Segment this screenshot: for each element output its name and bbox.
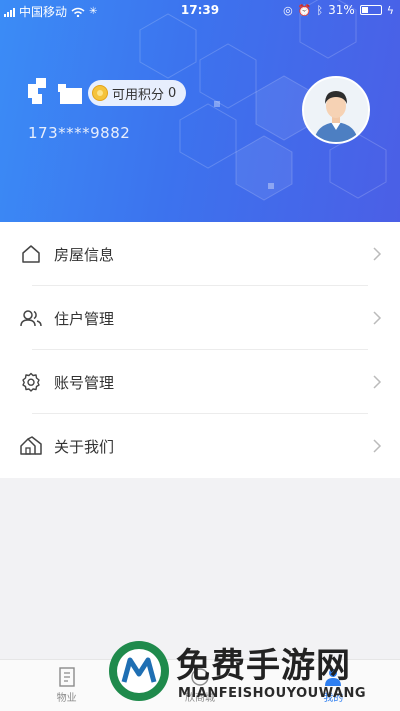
battery-percent: 31% bbox=[328, 3, 355, 17]
coin-icon bbox=[92, 85, 108, 101]
watermark-logo-icon bbox=[109, 641, 169, 701]
status-bar: 中国移动 ✳ 17:39 ◎ ⏰ ᛒ 31% ϟ bbox=[0, 0, 400, 20]
about-house-icon bbox=[20, 435, 42, 457]
menu-item-house-info[interactable]: 房屋信息 bbox=[0, 222, 400, 286]
user-avatar-icon bbox=[304, 78, 368, 142]
alarm-icon: ⏰ bbox=[297, 3, 312, 17]
residents-icon bbox=[20, 307, 42, 329]
menu-item-account[interactable]: 账号管理 bbox=[0, 350, 400, 414]
points-label: 可用积分 bbox=[112, 87, 165, 103]
menu-item-residents[interactable]: 住户管理 bbox=[0, 286, 400, 350]
menu-item-about[interactable]: 关于我们 bbox=[0, 414, 400, 478]
watermark-subtitle: MIANFEISHOUYOUWANG bbox=[178, 686, 367, 701]
property-icon bbox=[58, 667, 75, 687]
rotation-lock-icon: ◎ bbox=[283, 3, 293, 17]
watermark-title: 免费手游网 bbox=[176, 646, 351, 686]
screen: 中国移动 ✳ 17:39 ◎ ⏰ ᛒ 31% ϟ 可用积分 0 173****9… bbox=[0, 0, 400, 711]
chevron-right-icon bbox=[373, 375, 382, 389]
chevron-right-icon bbox=[373, 247, 382, 261]
phone-number: 173****9882 bbox=[28, 124, 131, 142]
tab-label: 物业 bbox=[56, 693, 77, 704]
chevron-right-icon bbox=[373, 439, 382, 453]
settings-menu: 房屋信息 住户管理 账号管理 关于我们 bbox=[0, 222, 400, 478]
battery-icon bbox=[359, 5, 382, 15]
charging-icon: ϟ bbox=[386, 3, 394, 17]
menu-item-label: 账号管理 bbox=[54, 373, 115, 392]
profile-header: 中国移动 ✳ 17:39 ◎ ⏰ ᛒ 31% ϟ 可用积分 0 173****9… bbox=[0, 0, 400, 222]
avatar[interactable] bbox=[302, 76, 370, 144]
watermark: 免费手游网 MIANFEISHOUYOUWANG bbox=[104, 636, 396, 710]
menu-item-label: 房屋信息 bbox=[54, 245, 115, 264]
app-logo bbox=[28, 78, 82, 104]
bluetooth-icon: ᛒ bbox=[316, 3, 324, 17]
menu-item-label: 住户管理 bbox=[54, 309, 115, 328]
points-value: 0 bbox=[168, 85, 177, 101]
menu-item-label: 关于我们 bbox=[54, 437, 115, 456]
house-icon bbox=[20, 243, 42, 265]
points-badge[interactable]: 可用积分 0 bbox=[88, 80, 187, 106]
gear-icon bbox=[20, 371, 42, 393]
chevron-right-icon bbox=[373, 311, 382, 325]
